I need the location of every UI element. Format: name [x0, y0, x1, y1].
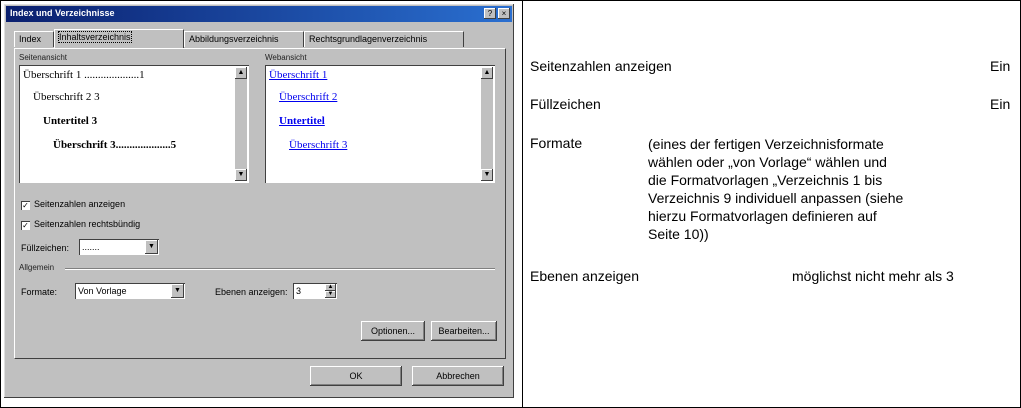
preview-line-3: Untertitel 3 — [43, 115, 98, 127]
tab-index[interactable]: Index — [14, 31, 54, 47]
web-preview-scrollbar[interactable]: ▲ ▼ — [481, 67, 493, 181]
spin-down-icon[interactable]: ▼ — [325, 291, 336, 298]
help-icon[interactable]: ? — [484, 8, 496, 19]
page-numbers-label: Seitenzahlen anzeigen — [530, 58, 672, 74]
fill-char-select[interactable]: ....... ▼ — [79, 239, 159, 255]
fill-chars-label: Füllzeichen — [530, 96, 601, 112]
fill-chars-value: Ein — [990, 96, 1011, 112]
web-line-4[interactable]: Überschrift 3 — [289, 139, 347, 151]
tab-label: Index — [19, 34, 42, 44]
print-preview: Überschrift 1 ....................1 Über… — [19, 65, 249, 183]
tab-panel: Seitenansicht Webansicht Überschrift 1 .… — [14, 48, 506, 359]
divider — [65, 268, 495, 270]
tab-label: Abbildungsverzeichnis — [189, 34, 279, 44]
index-dialog: Index und Verzeichnisse ? × Index Inhalt… — [4, 4, 514, 398]
dialog-title: Index und Verzeichnisse — [10, 8, 115, 18]
check-icon: ✓ — [21, 221, 30, 230]
tab-abbildungsverzeichnis[interactable]: Abbildungsverzeichnis — [184, 31, 304, 47]
tab-label: Inhaltsverzeichnis — [58, 31, 132, 43]
page-numbers-value: Ein — [990, 58, 1011, 74]
levels-desc-value: möglichst nicht mehr als 3 — [792, 268, 954, 284]
options-button[interactable]: Optionen... — [361, 321, 425, 341]
edit-button[interactable]: Bearbeiten... — [431, 321, 497, 341]
fill-char-label: Füllzeichen: — [21, 243, 70, 253]
scroll-up-icon[interactable]: ▲ — [481, 67, 493, 79]
web-preview: Überschrift 1 Überschrift 2 Untertitel Ü… — [265, 65, 495, 183]
levels-label: Ebenen anzeigen: — [215, 287, 288, 297]
formats-description: (eines der fertigen Verzeichnisformate w… — [648, 136, 904, 242]
chevron-down-icon[interactable]: ▼ — [145, 240, 158, 254]
title-bar: Index und Verzeichnisse ? × — [6, 6, 512, 22]
tab-inhaltsverzeichnis[interactable]: Inhaltsverzeichnis — [54, 29, 184, 48]
print-preview-label: Seitenansicht — [19, 53, 68, 62]
table-divider — [522, 0, 523, 408]
web-preview-label: Webansicht — [265, 53, 307, 62]
spin-up-icon[interactable]: ▲ — [325, 284, 336, 291]
show-page-numbers-checkbox[interactable]: ✓ Seitenzahlen anzeigen — [21, 199, 125, 210]
levels-desc-label: Ebenen anzeigen — [530, 268, 639, 284]
align-right-checkbox[interactable]: ✓ Seitenzahlen rechtsbündig — [21, 219, 140, 230]
preview-line-2: Überschrift 2 3 — [33, 91, 100, 103]
cancel-button[interactable]: Abbrechen — [412, 366, 504, 386]
general-label: Allgemein — [19, 263, 55, 272]
print-preview-scrollbar[interactable]: ▲ ▼ — [235, 67, 247, 181]
formats-desc-label: Formate — [530, 135, 583, 151]
scroll-down-icon[interactable]: ▼ — [481, 169, 493, 181]
preview-line-4: Überschrift 3....................5 — [53, 139, 177, 151]
formats-select[interactable]: Von Vorlage ▼ — [75, 283, 185, 299]
web-line-3[interactable]: Untertitel — [279, 115, 325, 127]
scroll-up-icon[interactable]: ▲ — [235, 67, 247, 79]
levels-stepper[interactable]: 3 ▲ ▼ — [293, 283, 337, 299]
tab-label: Rechtsgrundlagenverzeichnis — [309, 34, 428, 44]
scroll-down-icon[interactable]: ▼ — [235, 169, 247, 181]
ok-button[interactable]: OK — [310, 366, 402, 386]
chevron-down-icon[interactable]: ▼ — [171, 284, 184, 298]
check-icon: ✓ — [21, 201, 30, 210]
tab-rechtsgrundlagen[interactable]: Rechtsgrundlagenverzeichnis — [304, 31, 464, 47]
web-line-1[interactable]: Überschrift 1 — [269, 69, 327, 81]
formats-label: Formate: — [21, 287, 58, 297]
web-line-2[interactable]: Überschrift 2 — [279, 91, 337, 103]
close-icon[interactable]: × — [498, 8, 510, 19]
preview-line-1: Überschrift 1 ....................1 — [23, 69, 145, 81]
